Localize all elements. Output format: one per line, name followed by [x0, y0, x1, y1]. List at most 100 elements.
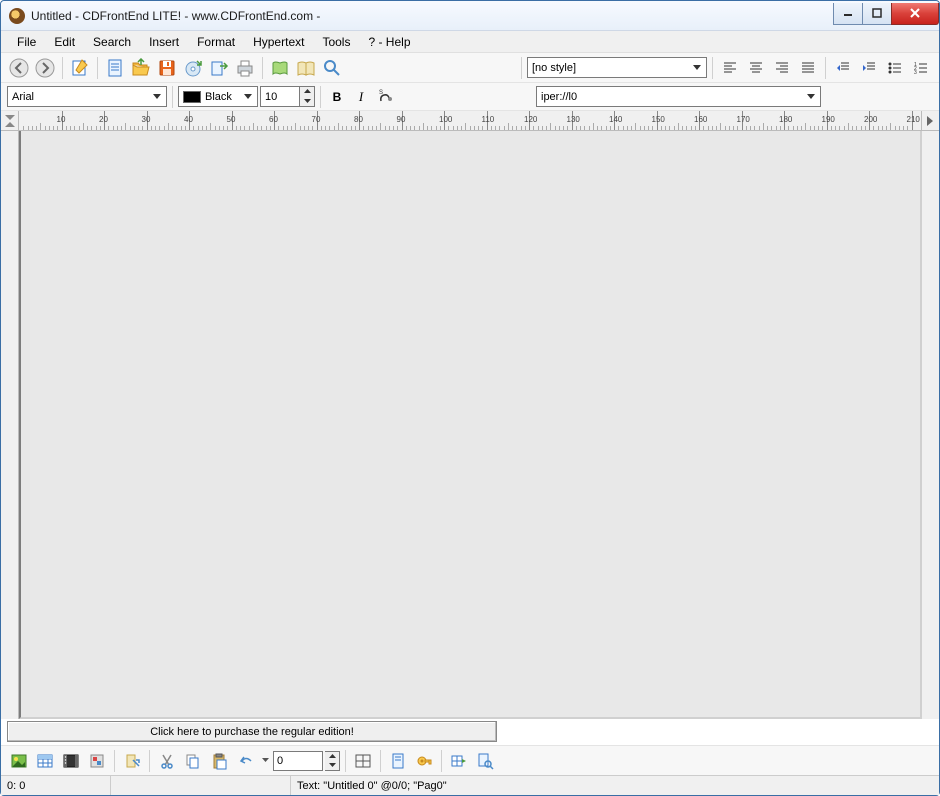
table-right-button[interactable]: [447, 749, 471, 773]
print-button[interactable]: [233, 56, 257, 80]
ruler-row: 1020304050607080901001101201301401501601…: [1, 111, 939, 131]
separator: [149, 750, 150, 772]
new-button[interactable]: [103, 56, 127, 80]
menu-hypertext[interactable]: Hypertext: [245, 33, 312, 51]
editor-canvas[interactable]: [19, 131, 922, 719]
open-button[interactable]: [129, 56, 153, 80]
menu-help[interactable]: ? - Help: [360, 33, 418, 51]
spin-up-icon[interactable]: [325, 752, 339, 761]
menu-search[interactable]: Search: [85, 33, 139, 51]
edit-page-button[interactable]: [68, 56, 92, 80]
page-find-button[interactable]: [473, 749, 497, 773]
bold-button[interactable]: B: [326, 85, 348, 109]
outdent-button[interactable]: [831, 56, 855, 80]
status-bar: 0: 0 Text: "Untitled 0" @0/0; "Pag0": [1, 775, 939, 795]
dropdown-arrow-icon: [803, 87, 818, 106]
insert-media-button[interactable]: [59, 749, 83, 773]
spin-down-icon[interactable]: [325, 761, 339, 770]
separator: [441, 750, 442, 772]
font-size-combo[interactable]: 10: [260, 86, 300, 107]
book-green-button[interactable]: [268, 56, 292, 80]
format-toolbar: Arial Black 10 B I S iper://l0: [1, 83, 939, 111]
bullet-list-button[interactable]: [883, 56, 907, 80]
align-center-button[interactable]: [744, 56, 768, 80]
purchase-button[interactable]: Click here to purchase the regular editi…: [7, 721, 497, 742]
align-justify-button[interactable]: [796, 56, 820, 80]
vertical-ruler[interactable]: [1, 131, 19, 719]
separator: [62, 57, 63, 79]
title-bar: Untitled - CDFrontEnd LITE! - www.CDFron…: [1, 1, 939, 31]
ruler-scroll-right[interactable]: [921, 111, 939, 130]
separator: [825, 57, 826, 79]
undo-dropdown[interactable]: [259, 749, 271, 773]
menu-format[interactable]: Format: [189, 33, 243, 51]
font-family-combo[interactable]: Arial: [7, 86, 167, 107]
font-color-value: Black: [205, 91, 232, 103]
security-button[interactable]: [412, 749, 436, 773]
align-left-button[interactable]: [718, 56, 742, 80]
font-size-value: 10: [265, 91, 277, 103]
svg-text:1: 1: [914, 62, 917, 68]
spin-down-icon[interactable]: [300, 97, 314, 107]
back-button[interactable]: [7, 56, 31, 80]
indent-button[interactable]: [857, 56, 881, 80]
counter-field[interactable]: 0: [273, 751, 323, 771]
spin-up-icon[interactable]: [300, 87, 314, 97]
menu-file[interactable]: File: [9, 33, 44, 51]
url-value: iper://l0: [541, 91, 577, 103]
page-properties-button[interactable]: [386, 749, 410, 773]
separator: [380, 750, 381, 772]
undo-button[interactable]: [233, 749, 257, 773]
menu-insert[interactable]: Insert: [141, 33, 187, 51]
cut-button[interactable]: [155, 749, 179, 773]
separator: [172, 86, 173, 108]
italic-button[interactable]: I: [350, 85, 372, 109]
style-picker-button[interactable]: S: [374, 85, 398, 109]
url-combo[interactable]: iper://l0: [536, 86, 821, 107]
bottom-toolbar: 0: [1, 745, 939, 775]
insert-object-button[interactable]: [85, 749, 109, 773]
window-title: Untitled - CDFrontEnd LITE! - www.CDFron…: [31, 9, 320, 23]
color-swatch: [183, 91, 201, 103]
menu-bar: File Edit Search Insert Format Hypertext…: [1, 31, 939, 53]
insert-table-button[interactable]: [33, 749, 57, 773]
svg-text:3: 3: [914, 70, 917, 76]
search-button[interactable]: [320, 56, 344, 80]
counter-spinner[interactable]: [325, 751, 340, 771]
font-color-combo[interactable]: Black: [178, 86, 258, 107]
separator: [262, 57, 263, 79]
maximize-button[interactable]: [862, 3, 892, 25]
font-size-spinner[interactable]: [300, 86, 315, 107]
forward-button[interactable]: [33, 56, 57, 80]
ruler-tab-selector[interactable]: [1, 111, 19, 130]
workspace: [1, 131, 939, 719]
vertical-scrollbar[interactable]: [922, 131, 939, 719]
separator: [97, 57, 98, 79]
number-list-button[interactable]: 123: [909, 56, 933, 80]
menu-edit[interactable]: Edit: [46, 33, 83, 51]
book-open-button[interactable]: [294, 56, 318, 80]
layout-grid-button[interactable]: [351, 749, 375, 773]
separator: [345, 750, 346, 772]
font-family-value: Arial: [12, 91, 34, 103]
separator: [114, 750, 115, 772]
paste-button[interactable]: [207, 749, 231, 773]
minimize-button[interactable]: [833, 3, 863, 25]
copy-button[interactable]: [181, 749, 205, 773]
separator: [712, 57, 713, 79]
close-button[interactable]: [891, 3, 939, 25]
insert-image-button[interactable]: [7, 749, 31, 773]
style-combo[interactable]: [no style]: [527, 57, 707, 78]
save-button[interactable]: [155, 56, 179, 80]
align-right-button[interactable]: [770, 56, 794, 80]
status-coords: 0: 0: [1, 776, 111, 795]
purchase-bar: Click here to purchase the regular editi…: [1, 719, 939, 745]
horizontal-ruler[interactable]: 1020304050607080901001101201301401501601…: [19, 111, 921, 130]
cd-export-button[interactable]: [181, 56, 205, 80]
counter-value: 0: [277, 755, 283, 767]
export-button[interactable]: [207, 56, 231, 80]
window-controls: [834, 3, 939, 25]
status-text: Text: "Untitled 0" @0/0; "Pag0": [291, 776, 939, 795]
paste-special-button[interactable]: [120, 749, 144, 773]
menu-tools[interactable]: Tools: [314, 33, 358, 51]
